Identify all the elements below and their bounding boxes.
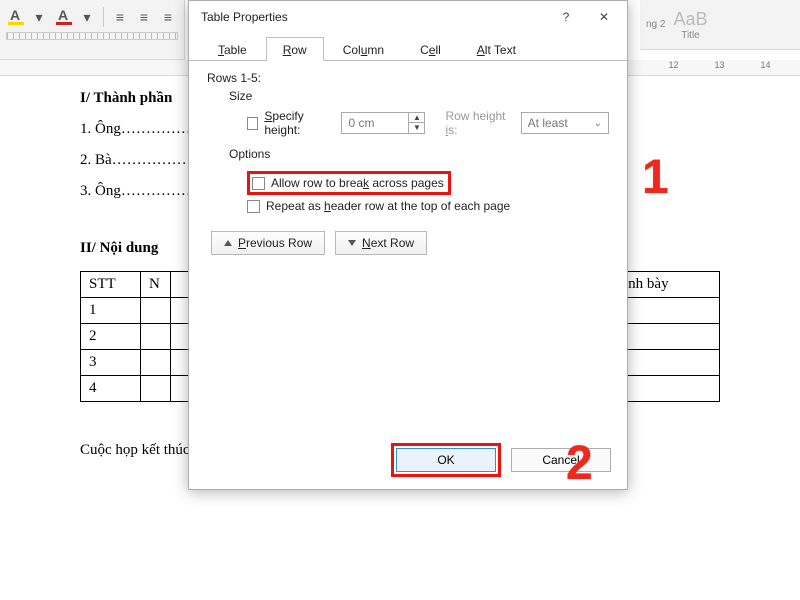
table-header: N [141,272,171,298]
options-group-label: Options [229,147,609,161]
styles-gallery[interactable]: ng 2 AaB Title [640,0,800,50]
callout-highlight-1: Allow row to break across pages [247,171,451,195]
style-name: Title [673,30,707,41]
close-button[interactable]: ✕ [585,3,623,31]
style-name: ng 2 [646,19,665,30]
allow-break-checkbox[interactable]: Allow row to break across pages [252,176,444,190]
row-height-mode-value: At least [528,116,568,130]
tab-cell[interactable]: Cell [403,37,458,61]
help-button[interactable]: ? [547,3,585,31]
align-right-icon[interactable]: ≡ [157,6,179,28]
tab-row[interactable]: Row [266,37,324,61]
tab-column[interactable]: Column [326,37,401,61]
allow-break-label: Allow row to break across pages [271,176,444,190]
ribbon-fragment: A ▾ A ▾ ≡ ≡ ≡ [0,0,185,60]
chevron-down-icon: ⌄ [594,118,602,129]
table-header: STT [81,272,141,298]
tab-alttext[interactable]: Alt Text [460,37,533,61]
dialog-tabs: TTableable Row Column Cell Alt Text [189,33,627,61]
align-left-icon[interactable]: ≡ [109,6,131,28]
previous-row-label: Previous Row [238,236,312,250]
repeat-header-checkbox[interactable]: Repeat as header row at the top of each … [247,199,609,213]
triangle-down-icon [348,240,356,246]
cancel-button[interactable]: Cancel [511,448,611,472]
highlight-color-icon[interactable]: A [4,6,26,28]
style-preview: AaB [673,9,707,30]
callout-number-2: 2 [566,436,593,491]
size-group-label: Size [229,89,609,103]
ok-button[interactable]: OK [396,448,496,472]
callout-highlight-2: OK [391,443,501,477]
font-color-icon[interactable]: A [52,6,74,28]
table-properties-dialog: Table Properties ? ✕ TTableable Row Colu… [188,0,628,490]
highlight-dropdown-icon[interactable]: ▾ [28,6,50,28]
fontcolor-dropdown-icon[interactable]: ▾ [76,6,98,28]
repeat-header-label: Repeat as header row at the top of each … [266,199,510,213]
next-row-button[interactable]: Next Row [335,231,427,255]
height-value[interactable] [342,113,408,133]
rows-range-label: Rows 1-5: [207,71,609,85]
callout-number-1: 1 [642,150,669,205]
spinner-up-icon[interactable]: ▲ [408,113,424,123]
row-height-mode-select[interactable]: At least ⌄ [521,112,609,134]
align-center-icon[interactable]: ≡ [133,6,155,28]
next-row-label: Next Row [362,236,414,250]
height-input[interactable]: ▲ ▼ [341,112,425,134]
row-height-is-label: Row height is: [445,109,510,137]
specify-height-label: Specify height: [264,109,331,137]
dialog-title: Table Properties [201,10,288,24]
ribbon-divider [6,32,178,40]
triangle-up-icon [224,240,232,246]
specify-height-checkbox[interactable]: Specify height: [247,109,331,137]
previous-row-button[interactable]: Previous Row [211,231,325,255]
tab-table[interactable]: TTableable [201,37,264,61]
spinner-down-icon[interactable]: ▼ [408,123,424,133]
